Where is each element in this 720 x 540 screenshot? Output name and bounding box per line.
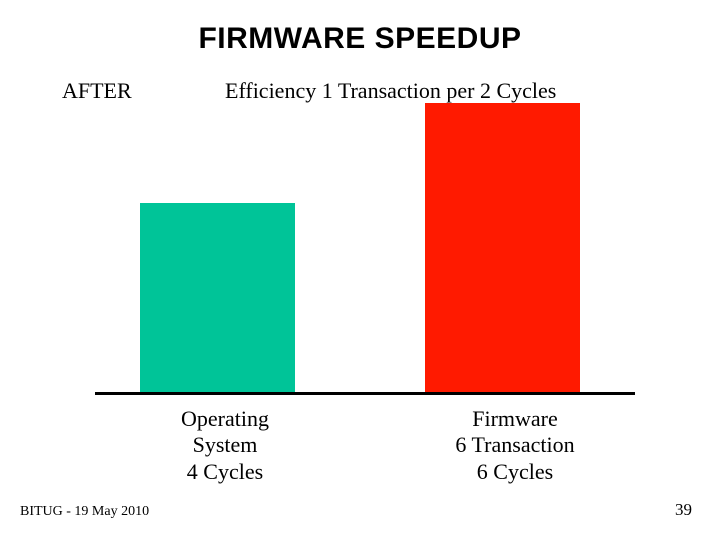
footer-date: BITUG - 19 May 2010 xyxy=(20,504,149,520)
x-label-right: Firmware 6 Transaction 6 Cycles xyxy=(400,406,630,485)
x-label-right-line2: 6 Transaction xyxy=(455,432,574,457)
x-label-left: Operating System 4 Cycles xyxy=(110,406,340,485)
x-label-left-line3: 4 Cycles xyxy=(187,459,263,484)
x-label-right-line1: Firmware xyxy=(472,406,558,431)
slide-title: FIRMWARE SPEEDUP xyxy=(0,22,720,56)
bar-operating-system xyxy=(140,203,295,393)
x-label-left-line1: Operating xyxy=(181,406,269,431)
chart-area xyxy=(95,100,635,395)
x-label-left-line2: System xyxy=(193,432,258,457)
chart-baseline xyxy=(95,392,635,395)
x-label-right-line3: 6 Cycles xyxy=(477,459,553,484)
page-number: 39 xyxy=(675,500,692,520)
slide: FIRMWARE SPEEDUP AFTER Efficiency 1 Tran… xyxy=(0,0,720,540)
bar-firmware xyxy=(425,103,580,393)
